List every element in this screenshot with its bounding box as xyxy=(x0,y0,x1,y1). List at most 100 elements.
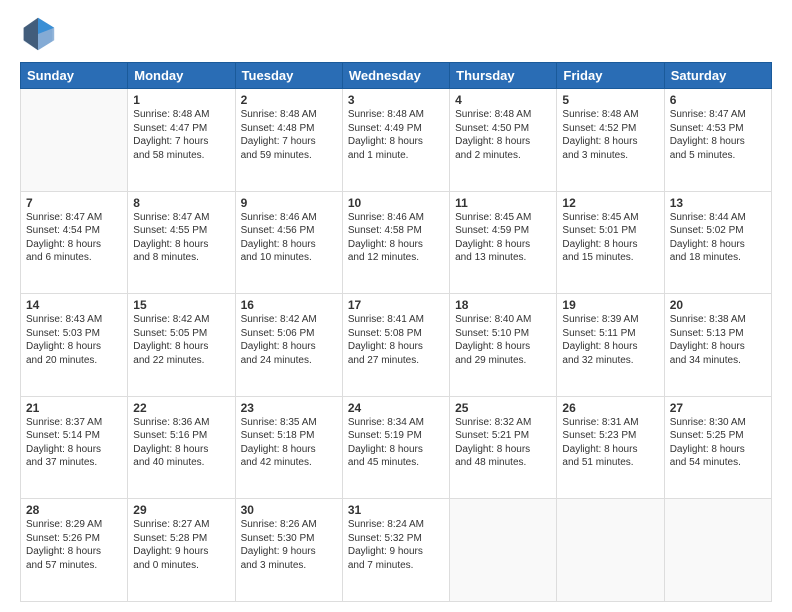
day-info: Sunrise: 8:35 AM Sunset: 5:18 PM Dayligh… xyxy=(241,416,337,470)
day-number: 2 xyxy=(241,93,337,107)
day-number: 13 xyxy=(670,196,766,210)
day-cell-15: 15Sunrise: 8:42 AM Sunset: 5:05 PM Dayli… xyxy=(128,294,235,397)
day-info: Sunrise: 8:48 AM Sunset: 4:47 PM Dayligh… xyxy=(133,108,229,162)
day-info: Sunrise: 8:40 AM Sunset: 5:10 PM Dayligh… xyxy=(455,313,551,367)
week-row-2: 7Sunrise: 8:47 AM Sunset: 4:54 PM Daylig… xyxy=(21,191,772,294)
day-info: Sunrise: 8:39 AM Sunset: 5:11 PM Dayligh… xyxy=(562,313,658,367)
day-cell-4: 4Sunrise: 8:48 AM Sunset: 4:50 PM Daylig… xyxy=(450,89,557,192)
day-cell-11: 11Sunrise: 8:45 AM Sunset: 4:59 PM Dayli… xyxy=(450,191,557,294)
day-info: Sunrise: 8:30 AM Sunset: 5:25 PM Dayligh… xyxy=(670,416,766,470)
day-number: 18 xyxy=(455,298,551,312)
week-row-5: 28Sunrise: 8:29 AM Sunset: 5:26 PM Dayli… xyxy=(21,499,772,602)
day-number: 26 xyxy=(562,401,658,415)
day-cell-12: 12Sunrise: 8:45 AM Sunset: 5:01 PM Dayli… xyxy=(557,191,664,294)
day-number: 12 xyxy=(562,196,658,210)
day-number: 31 xyxy=(348,503,444,517)
day-info: Sunrise: 8:48 AM Sunset: 4:50 PM Dayligh… xyxy=(455,108,551,162)
day-info: Sunrise: 8:45 AM Sunset: 4:59 PM Dayligh… xyxy=(455,211,551,265)
day-cell-24: 24Sunrise: 8:34 AM Sunset: 5:19 PM Dayli… xyxy=(342,396,449,499)
day-number: 3 xyxy=(348,93,444,107)
weekday-header-friday: Friday xyxy=(557,63,664,89)
day-number: 9 xyxy=(241,196,337,210)
day-number: 5 xyxy=(562,93,658,107)
day-number: 23 xyxy=(241,401,337,415)
day-cell-6: 6Sunrise: 8:47 AM Sunset: 4:53 PM Daylig… xyxy=(664,89,771,192)
day-cell-30: 30Sunrise: 8:26 AM Sunset: 5:30 PM Dayli… xyxy=(235,499,342,602)
day-cell-22: 22Sunrise: 8:36 AM Sunset: 5:16 PM Dayli… xyxy=(128,396,235,499)
day-cell-28: 28Sunrise: 8:29 AM Sunset: 5:26 PM Dayli… xyxy=(21,499,128,602)
day-cell-23: 23Sunrise: 8:35 AM Sunset: 5:18 PM Dayli… xyxy=(235,396,342,499)
day-cell-3: 3Sunrise: 8:48 AM Sunset: 4:49 PM Daylig… xyxy=(342,89,449,192)
day-info: Sunrise: 8:46 AM Sunset: 4:58 PM Dayligh… xyxy=(348,211,444,265)
header xyxy=(20,16,772,52)
day-cell-10: 10Sunrise: 8:46 AM Sunset: 4:58 PM Dayli… xyxy=(342,191,449,294)
day-cell-29: 29Sunrise: 8:27 AM Sunset: 5:28 PM Dayli… xyxy=(128,499,235,602)
day-number: 28 xyxy=(26,503,122,517)
day-number: 25 xyxy=(455,401,551,415)
day-info: Sunrise: 8:29 AM Sunset: 5:26 PM Dayligh… xyxy=(26,518,122,572)
day-number: 11 xyxy=(455,196,551,210)
weekday-header-sunday: Sunday xyxy=(21,63,128,89)
day-info: Sunrise: 8:38 AM Sunset: 5:13 PM Dayligh… xyxy=(670,313,766,367)
day-number: 16 xyxy=(241,298,337,312)
page: SundayMondayTuesdayWednesdayThursdayFrid… xyxy=(0,0,792,612)
day-info: Sunrise: 8:48 AM Sunset: 4:52 PM Dayligh… xyxy=(562,108,658,162)
day-info: Sunrise: 8:43 AM Sunset: 5:03 PM Dayligh… xyxy=(26,313,122,367)
day-cell-21: 21Sunrise: 8:37 AM Sunset: 5:14 PM Dayli… xyxy=(21,396,128,499)
weekday-header-saturday: Saturday xyxy=(664,63,771,89)
day-number: 7 xyxy=(26,196,122,210)
day-info: Sunrise: 8:34 AM Sunset: 5:19 PM Dayligh… xyxy=(348,416,444,470)
calendar-table: SundayMondayTuesdayWednesdayThursdayFrid… xyxy=(20,62,772,602)
weekday-header-row: SundayMondayTuesdayWednesdayThursdayFrid… xyxy=(21,63,772,89)
day-number: 19 xyxy=(562,298,658,312)
day-number: 10 xyxy=(348,196,444,210)
day-info: Sunrise: 8:44 AM Sunset: 5:02 PM Dayligh… xyxy=(670,211,766,265)
logo-icon xyxy=(20,16,56,52)
day-info: Sunrise: 8:47 AM Sunset: 4:55 PM Dayligh… xyxy=(133,211,229,265)
day-number: 15 xyxy=(133,298,229,312)
day-cell-2: 2Sunrise: 8:48 AM Sunset: 4:48 PM Daylig… xyxy=(235,89,342,192)
day-info: Sunrise: 8:48 AM Sunset: 4:49 PM Dayligh… xyxy=(348,108,444,162)
day-cell-7: 7Sunrise: 8:47 AM Sunset: 4:54 PM Daylig… xyxy=(21,191,128,294)
day-info: Sunrise: 8:36 AM Sunset: 5:16 PM Dayligh… xyxy=(133,416,229,470)
day-cell-31: 31Sunrise: 8:24 AM Sunset: 5:32 PM Dayli… xyxy=(342,499,449,602)
empty-cell xyxy=(557,499,664,602)
day-info: Sunrise: 8:47 AM Sunset: 4:53 PM Dayligh… xyxy=(670,108,766,162)
day-cell-8: 8Sunrise: 8:47 AM Sunset: 4:55 PM Daylig… xyxy=(128,191,235,294)
day-number: 17 xyxy=(348,298,444,312)
day-cell-16: 16Sunrise: 8:42 AM Sunset: 5:06 PM Dayli… xyxy=(235,294,342,397)
empty-cell xyxy=(450,499,557,602)
day-cell-25: 25Sunrise: 8:32 AM Sunset: 5:21 PM Dayli… xyxy=(450,396,557,499)
day-cell-20: 20Sunrise: 8:38 AM Sunset: 5:13 PM Dayli… xyxy=(664,294,771,397)
logo xyxy=(20,16,60,52)
week-row-4: 21Sunrise: 8:37 AM Sunset: 5:14 PM Dayli… xyxy=(21,396,772,499)
day-number: 24 xyxy=(348,401,444,415)
day-info: Sunrise: 8:46 AM Sunset: 4:56 PM Dayligh… xyxy=(241,211,337,265)
day-cell-26: 26Sunrise: 8:31 AM Sunset: 5:23 PM Dayli… xyxy=(557,396,664,499)
day-number: 14 xyxy=(26,298,122,312)
day-info: Sunrise: 8:47 AM Sunset: 4:54 PM Dayligh… xyxy=(26,211,122,265)
day-info: Sunrise: 8:42 AM Sunset: 5:05 PM Dayligh… xyxy=(133,313,229,367)
day-number: 4 xyxy=(455,93,551,107)
day-number: 21 xyxy=(26,401,122,415)
day-info: Sunrise: 8:45 AM Sunset: 5:01 PM Dayligh… xyxy=(562,211,658,265)
day-number: 8 xyxy=(133,196,229,210)
day-number: 1 xyxy=(133,93,229,107)
day-info: Sunrise: 8:31 AM Sunset: 5:23 PM Dayligh… xyxy=(562,416,658,470)
day-cell-27: 27Sunrise: 8:30 AM Sunset: 5:25 PM Dayli… xyxy=(664,396,771,499)
day-cell-5: 5Sunrise: 8:48 AM Sunset: 4:52 PM Daylig… xyxy=(557,89,664,192)
day-number: 30 xyxy=(241,503,337,517)
week-row-3: 14Sunrise: 8:43 AM Sunset: 5:03 PM Dayli… xyxy=(21,294,772,397)
empty-cell xyxy=(21,89,128,192)
day-info: Sunrise: 8:27 AM Sunset: 5:28 PM Dayligh… xyxy=(133,518,229,572)
day-number: 22 xyxy=(133,401,229,415)
day-info: Sunrise: 8:32 AM Sunset: 5:21 PM Dayligh… xyxy=(455,416,551,470)
day-info: Sunrise: 8:48 AM Sunset: 4:48 PM Dayligh… xyxy=(241,108,337,162)
day-info: Sunrise: 8:26 AM Sunset: 5:30 PM Dayligh… xyxy=(241,518,337,572)
weekday-header-wednesday: Wednesday xyxy=(342,63,449,89)
day-cell-18: 18Sunrise: 8:40 AM Sunset: 5:10 PM Dayli… xyxy=(450,294,557,397)
day-number: 29 xyxy=(133,503,229,517)
day-cell-19: 19Sunrise: 8:39 AM Sunset: 5:11 PM Dayli… xyxy=(557,294,664,397)
empty-cell xyxy=(664,499,771,602)
day-info: Sunrise: 8:37 AM Sunset: 5:14 PM Dayligh… xyxy=(26,416,122,470)
